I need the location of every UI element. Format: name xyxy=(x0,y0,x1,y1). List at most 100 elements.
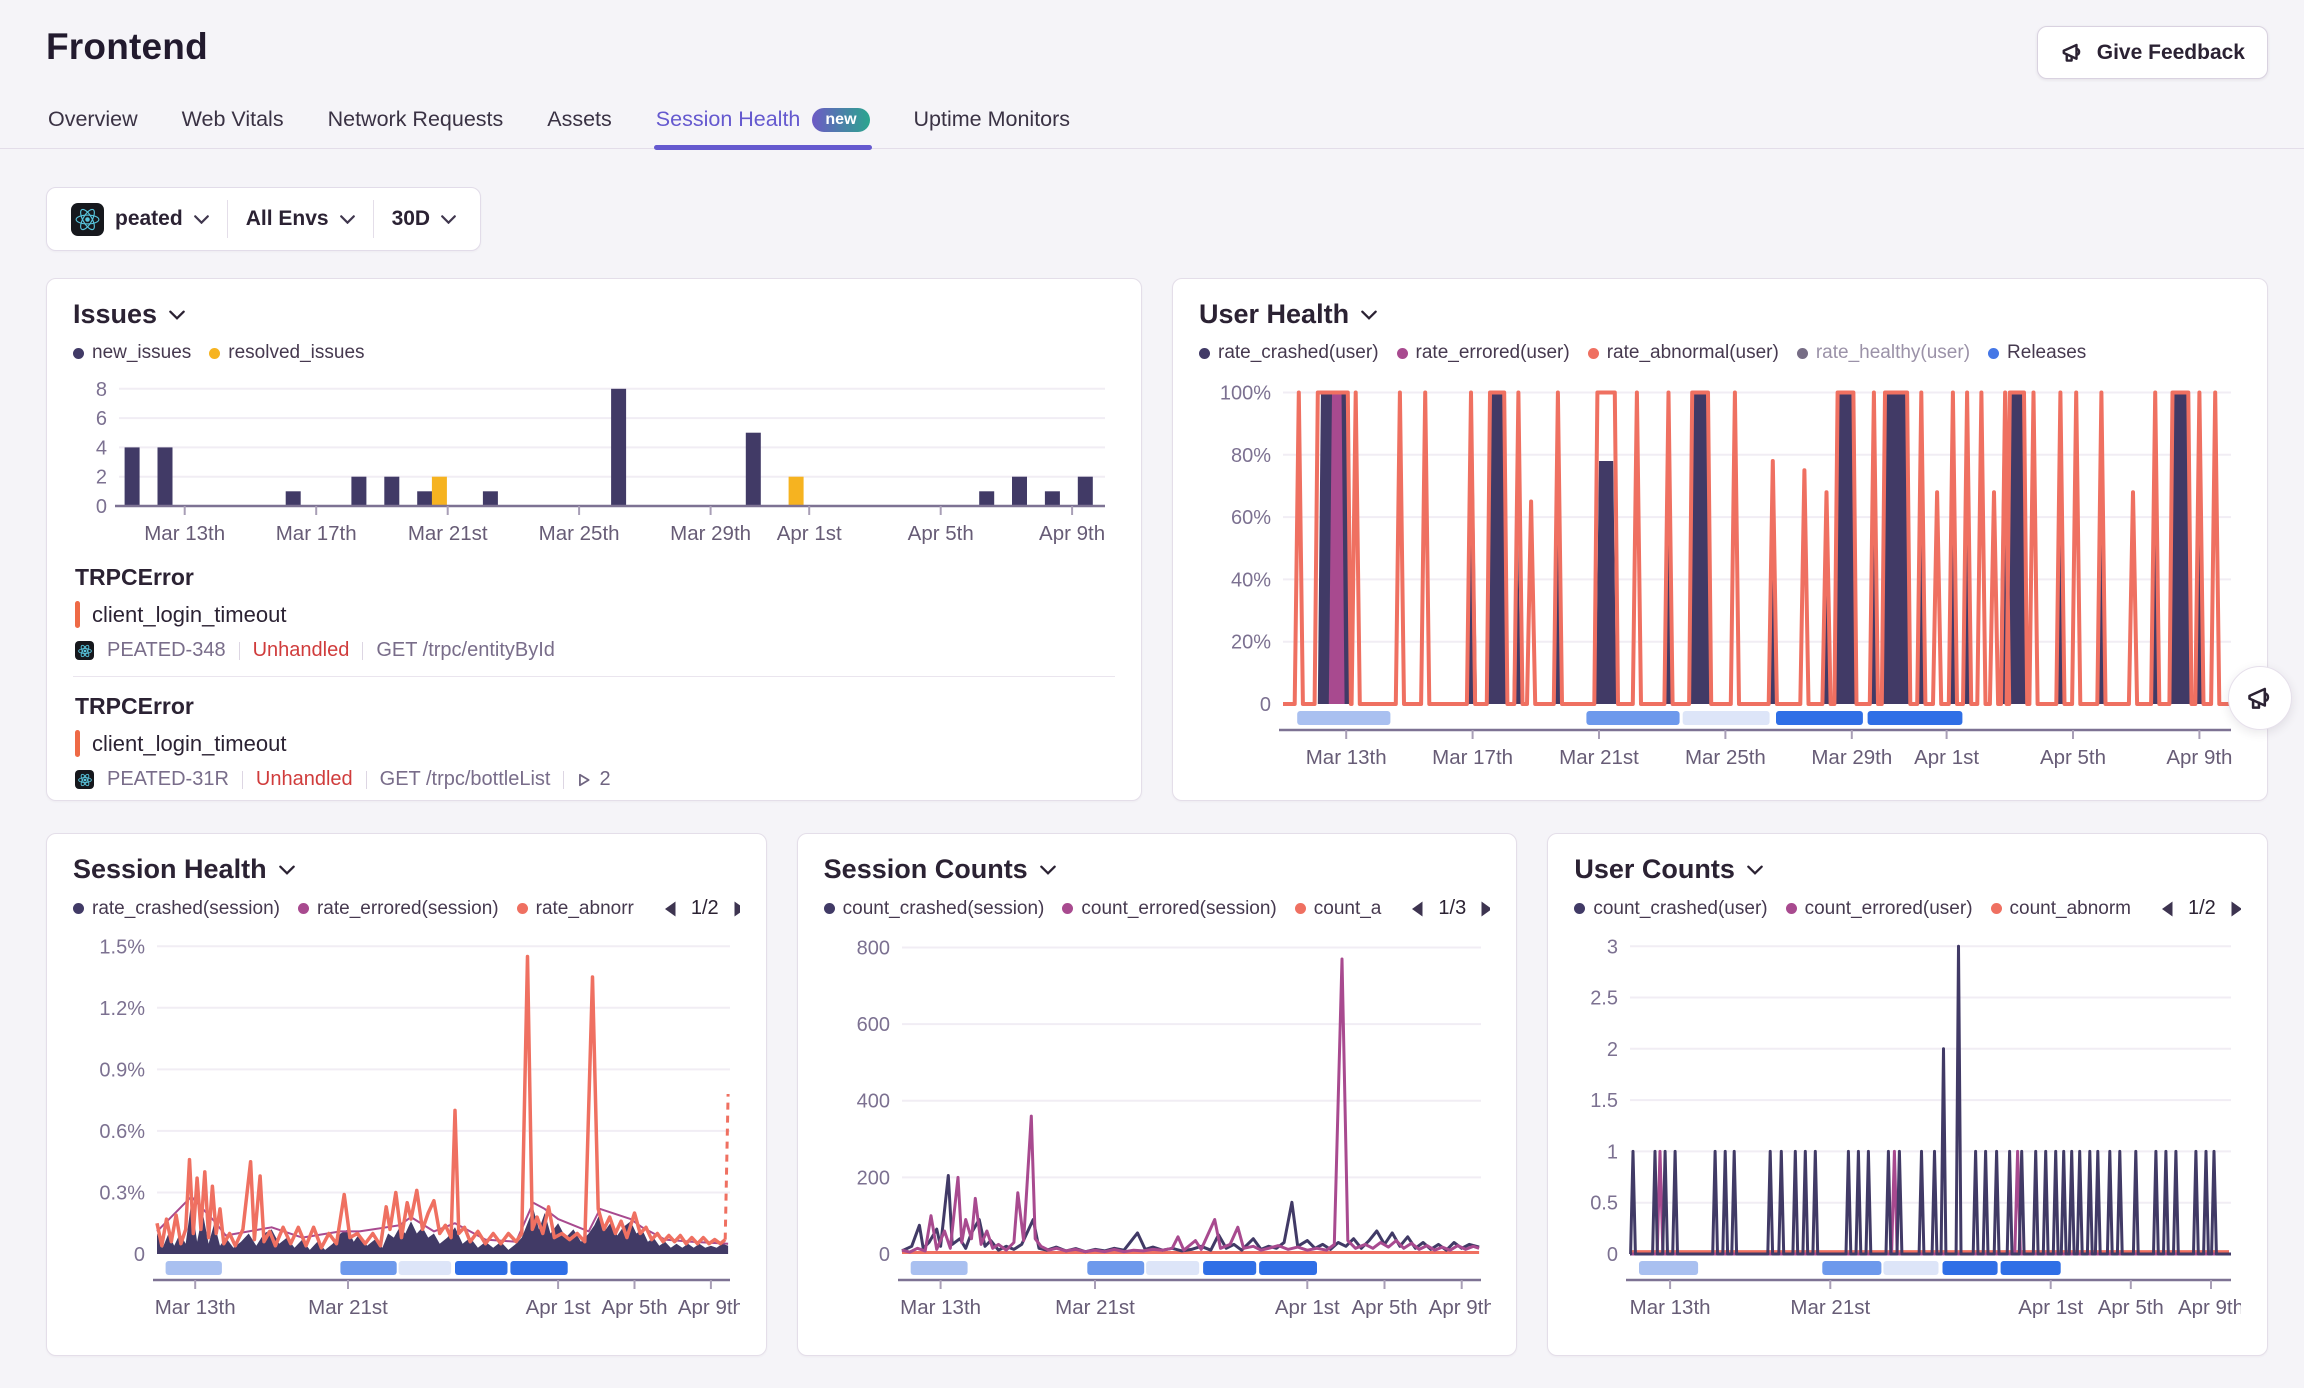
issue-message: client_login_timeout xyxy=(92,731,286,757)
legend-item-rate-abnormal[interactable]: rate_abnormal(user) xyxy=(1588,342,1779,364)
svg-text:1.5: 1.5 xyxy=(1591,1090,1619,1112)
legend-dot xyxy=(517,903,528,914)
legend-prev-button[interactable] xyxy=(660,898,679,920)
svg-text:Mar 25th: Mar 25th xyxy=(1685,746,1766,769)
svg-text:Mar 25th: Mar 25th xyxy=(539,522,620,545)
session-health-chart[interactable]: 00.3%0.6%0.9%1.2%1.5%Mar 13thMar 21stApr… xyxy=(73,926,740,1324)
date-range-filter[interactable]: 30D xyxy=(374,199,475,239)
legend-item-count-crashed-session[interactable]: count_crashed(session) xyxy=(824,898,1045,920)
svg-text:60%: 60% xyxy=(1231,507,1271,529)
svg-text:Mar 13th: Mar 13th xyxy=(155,1296,236,1319)
session-health-legend: rate_crashed(session) rate_errored(sessi… xyxy=(73,897,740,920)
user-counts-widget-title[interactable]: User Counts xyxy=(1574,854,1763,885)
legend-item-rate-abnormal-session[interactable]: rate_abnorr xyxy=(517,898,634,920)
date-range-filter-value: 30D xyxy=(392,207,431,231)
give-feedback-button[interactable]: Give Feedback xyxy=(2037,26,2268,79)
legend-item-rate-healthy[interactable]: rate_healthy(user) xyxy=(1797,342,1970,364)
legend-dot xyxy=(1397,348,1408,359)
legend-item-new-issues[interactable]: new_issues xyxy=(73,342,191,364)
svg-text:Mar 17th: Mar 17th xyxy=(276,522,357,545)
legend-prev-button[interactable] xyxy=(2157,898,2176,920)
svg-text:Mar 17th: Mar 17th xyxy=(1432,746,1513,769)
issue-type: TRPCError xyxy=(75,693,1113,720)
project-filter[interactable]: peated xyxy=(53,199,227,239)
legend-dot xyxy=(1588,348,1599,359)
meta-divider xyxy=(239,642,240,660)
issue-transaction: GET /trpc/bottleList xyxy=(380,768,551,791)
megaphone-icon xyxy=(2060,40,2085,65)
widgets-row-top: Issues new_issues resolved_issues 02468M… xyxy=(0,278,2304,801)
list-divider xyxy=(73,676,1115,677)
floating-feedback-button[interactable] xyxy=(2228,666,2292,730)
legend-item-count-errored-session[interactable]: count_errored(session) xyxy=(1062,898,1276,920)
session-counts-widget-title[interactable]: Session Counts xyxy=(824,854,1056,885)
legend-next-button[interactable] xyxy=(731,898,740,920)
page-header: Frontend Give Feedback xyxy=(0,0,2304,79)
svg-text:Apr 1st: Apr 1st xyxy=(1914,746,1979,769)
svg-text:Apr 5th: Apr 5th xyxy=(1351,1296,1417,1319)
tab-network-requests[interactable]: Network Requests xyxy=(326,97,506,148)
legend-item-rate-crashed[interactable]: rate_crashed(user) xyxy=(1199,342,1379,364)
svg-text:Mar 13th: Mar 13th xyxy=(1630,1296,1711,1319)
issue-row[interactable]: TRPCError client_login_timeout PEATED-31… xyxy=(73,679,1115,801)
legend-item-releases[interactable]: Releases xyxy=(1988,342,2086,364)
legend-next-button[interactable] xyxy=(2228,898,2241,920)
legend-item-rate-errored-session[interactable]: rate_errored(session) xyxy=(298,898,499,920)
tab-session-health[interactable]: Session Health new xyxy=(654,97,872,148)
react-project-icon xyxy=(75,770,94,789)
legend-item-count-abnormal-session[interactable]: count_a xyxy=(1295,898,1382,920)
issue-type: TRPCError xyxy=(75,564,1113,591)
legend-item-count-abnormal-user[interactable]: count_abnorm xyxy=(1991,898,2131,920)
chevron-down-icon xyxy=(1361,310,1377,320)
svg-text:0.6%: 0.6% xyxy=(99,1121,145,1143)
legend-item-resolved-issues[interactable]: resolved_issues xyxy=(209,342,364,364)
legend-item-count-errored-user[interactable]: count_errored(user) xyxy=(1786,898,1973,920)
legend-dot xyxy=(1988,348,1999,359)
user-health-widget: User Health rate_crashed(user) rate_erro… xyxy=(1172,278,2268,801)
legend-dot xyxy=(1797,348,1808,359)
legend-page-indicator: 1/2 xyxy=(691,897,719,920)
tab-overview[interactable]: Overview xyxy=(46,97,140,148)
user-health-chart[interactable]: 020%40%60%80%100%Mar 13thMar 17thMar 21s… xyxy=(1199,370,2241,774)
chevron-down-icon xyxy=(1747,865,1763,875)
issue-meta-row: PEATED-348 Unhandled GET /trpc/entityByI… xyxy=(75,639,1113,662)
user-counts-chart[interactable]: 00.511.522.53Mar 13thMar 21stApr 1stApr … xyxy=(1574,926,2241,1324)
svg-text:80%: 80% xyxy=(1231,445,1271,467)
svg-text:Apr 9th: Apr 9th xyxy=(678,1296,740,1319)
legend-prev-button[interactable] xyxy=(1407,898,1426,920)
widgets-row-bottom: Session Health rate_crashed(session) rat… xyxy=(0,833,2304,1356)
project-filter-value: peated xyxy=(115,207,183,231)
legend-next-button[interactable] xyxy=(1478,898,1490,920)
issue-meta-row: PEATED-31R Unhandled GET /trpc/bottleLis… xyxy=(75,768,1113,791)
session-counts-legend: count_crashed(session) count_errored(ses… xyxy=(824,897,1491,920)
tab-assets[interactable]: Assets xyxy=(545,97,614,148)
give-feedback-label: Give Feedback xyxy=(2097,41,2245,65)
legend-page-indicator: 1/2 xyxy=(2188,897,2216,920)
svg-text:6: 6 xyxy=(96,408,107,430)
svg-text:Mar 13th: Mar 13th xyxy=(900,1296,981,1319)
chevron-down-icon xyxy=(279,865,295,875)
legend-dot xyxy=(1199,348,1210,359)
issues-widget-title[interactable]: Issues xyxy=(73,299,185,330)
session-health-widget-title[interactable]: Session Health xyxy=(73,854,295,885)
issue-status: Unhandled xyxy=(253,639,350,662)
svg-text:Apr 9th: Apr 9th xyxy=(1039,522,1105,545)
legend-item-count-crashed-user[interactable]: count_crashed(user) xyxy=(1574,898,1767,920)
legend-item-rate-errored[interactable]: rate_errored(user) xyxy=(1397,342,1570,364)
tab-web-vitals[interactable]: Web Vitals xyxy=(180,97,286,148)
svg-text:0: 0 xyxy=(879,1244,890,1266)
svg-text:Apr 5th: Apr 5th xyxy=(908,522,974,545)
issues-widget: Issues new_issues resolved_issues 02468M… xyxy=(46,278,1142,801)
svg-text:Apr 5th: Apr 5th xyxy=(601,1296,667,1319)
tab-uptime-monitors[interactable]: Uptime Monitors xyxy=(912,97,1073,148)
session-counts-chart[interactable]: 0200400600800Mar 13thMar 21stApr 1stApr … xyxy=(824,926,1491,1324)
legend-dot xyxy=(1574,903,1585,914)
legend-item-rate-crashed-session[interactable]: rate_crashed(session) xyxy=(73,898,280,920)
svg-text:Apr 1st: Apr 1st xyxy=(1274,1296,1339,1319)
meta-divider xyxy=(563,771,564,789)
issues-chart[interactable]: 02468Mar 13thMar 17thMar 21stMar 25thMar… xyxy=(73,370,1115,550)
issue-row[interactable]: TRPCError client_login_timeout PEATED-34… xyxy=(73,550,1115,674)
environment-filter[interactable]: All Envs xyxy=(228,199,373,239)
issue-message-row: client_login_timeout xyxy=(75,730,1113,757)
user-health-widget-title[interactable]: User Health xyxy=(1199,299,1377,330)
